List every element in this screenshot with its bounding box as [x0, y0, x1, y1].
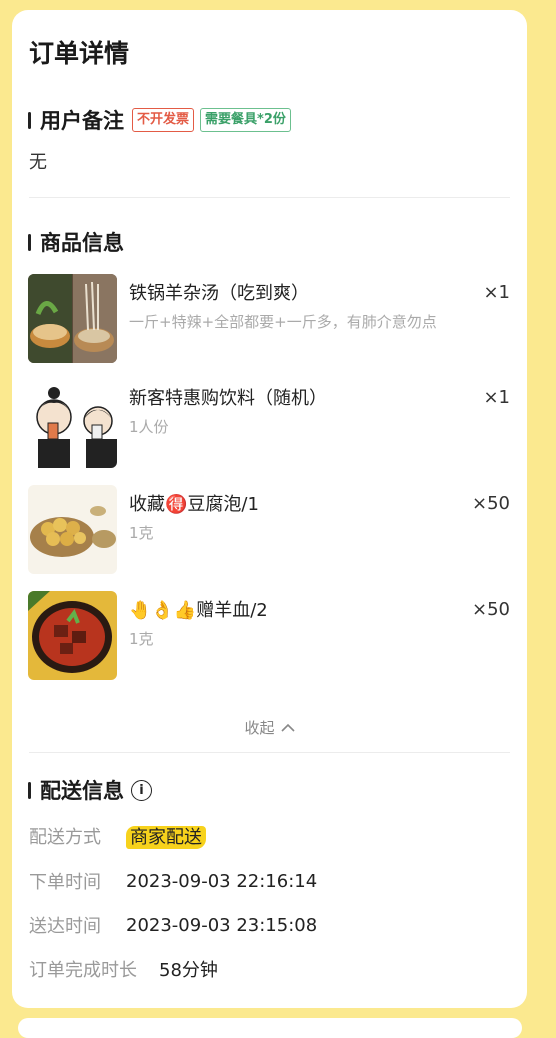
item-spec: 1人份: [129, 418, 169, 436]
item-quantity: ×1: [483, 282, 510, 303]
section-bar: [28, 111, 31, 129]
next-card-edge: [18, 1018, 522, 1038]
cartoon-drink-photo: [28, 379, 117, 468]
row-label: 下单时间: [29, 872, 101, 893]
item-spec: 一斤+特辣+全部都要+一斤多，有肺介意勿点: [129, 313, 437, 331]
no-invoice-tag: 不开发票: [132, 108, 195, 132]
list-item: 新客特惠购饮料（随机） 1人份 ×1: [28, 379, 510, 469]
tofu-puff-photo: [28, 485, 117, 574]
arrival-time-row: 送达时间 2023-09-03 23:15:08: [29, 912, 317, 938]
section-bar: [28, 781, 31, 799]
list-item: 收藏🉐豆腐泡/1 1克 ×50: [28, 485, 510, 575]
remark-text: 无: [29, 152, 47, 173]
soup-photo: [28, 274, 117, 363]
order-time-value: 2023-09-03 22:16:14: [126, 870, 318, 892]
products-section-title: 商品信息: [40, 231, 124, 255]
arrival-time-value: 2023-09-03 23:15:08: [126, 914, 318, 936]
item-quantity: ×50: [472, 599, 510, 620]
item-spec: 1克: [129, 630, 154, 648]
row-label: 订单完成时长: [29, 960, 137, 981]
list-item: 铁锅羊杂汤（吃到爽） 一斤+特辣+全部都要+一斤多，有肺介意勿点 ×1: [28, 274, 510, 364]
info-icon[interactable]: i: [131, 779, 152, 801]
page-title: 订单详情: [29, 39, 130, 68]
remark-section-header: 用户备注 不开发票 需要餐具*2份: [28, 105, 291, 135]
list-item: 🤚👌👍赠羊血/2 1克 ×50: [28, 591, 510, 681]
completion-duration-row: 订单完成时长 58分钟: [29, 956, 218, 982]
divider: [29, 197, 510, 198]
lamb-blood-photo: [28, 591, 117, 680]
completion-duration-value: 58分钟: [159, 960, 218, 981]
chevron-up-icon: [280, 719, 295, 737]
item-name: 新客特惠购饮料（随机）: [129, 388, 327, 409]
item-spec: 1克: [129, 524, 154, 542]
item-name: 铁锅羊杂汤（吃到爽）: [129, 283, 309, 304]
tableware-tag: 需要餐具*2份: [200, 108, 291, 132]
item-quantity: ×1: [483, 387, 510, 408]
delivery-method-value: 商家配送: [126, 826, 206, 849]
remark-section-title: 用户备注: [40, 109, 124, 133]
delivery-method-row: 配送方式 商家配送: [29, 823, 206, 849]
order-detail-card: 订单详情 用户备注 不开发票 需要餐具*2份 无 商品信息 铁锅羊杂汤（吃到爽）…: [12, 10, 527, 1008]
row-label: 送达时间: [29, 916, 101, 937]
row-label: 配送方式: [29, 827, 101, 848]
divider: [29, 752, 510, 753]
order-time-row: 下单时间 2023-09-03 22:16:14: [29, 868, 317, 894]
item-name: 🤚👌👍赠羊血/2: [129, 600, 268, 621]
products-section-header: 商品信息: [28, 227, 124, 257]
collapse-label: 收起: [244, 719, 275, 737]
section-bar: [28, 233, 31, 251]
delivery-section-title: 配送信息: [40, 779, 124, 803]
item-name: 收藏🉐豆腐泡/1: [129, 494, 259, 515]
collapse-button[interactable]: 收起: [12, 717, 527, 738]
delivery-section-header: 配送信息 i: [28, 775, 152, 805]
item-quantity: ×50: [472, 493, 510, 514]
